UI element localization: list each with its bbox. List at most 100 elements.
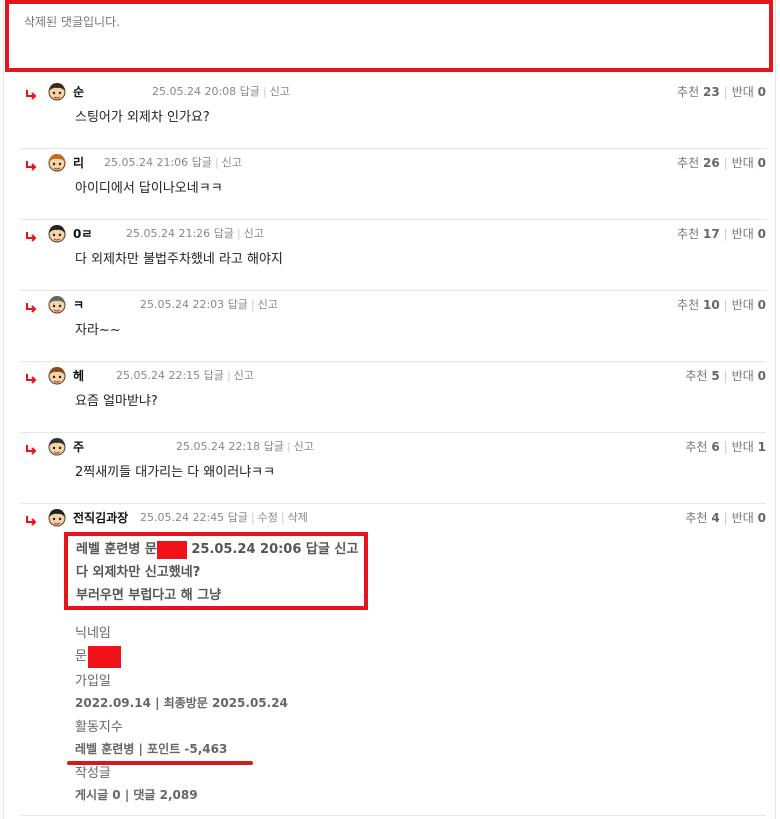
comment-votes: 추천 6 | 반대 1 (685, 440, 766, 454)
reply-arrow-icon (25, 441, 37, 455)
quoted-comment-box: 레벨 훈련병 문 25.05.24 20:06 답글 신고다 외제차만 신고했네… (64, 532, 368, 610)
profile-join-label: 가입일 (75, 674, 111, 689)
oppose-button[interactable]: 반대 0 (732, 511, 766, 525)
comment-nickname[interactable]: 리 (73, 154, 84, 171)
quote-line: 부러우면 부럽다고 해 그냥 (76, 588, 222, 603)
comment-time: 25.05.24 22:03 (140, 298, 225, 311)
avatar[interactable] (46, 364, 68, 386)
reply-link[interactable]: 답글 (240, 85, 260, 98)
oppose-button[interactable]: 반대 1 (732, 440, 766, 454)
comment-nickname[interactable]: 0ㄹ (73, 225, 92, 242)
comment-votes: 추천 23 | 반대 0 (677, 85, 766, 99)
reply-arrow-icon (25, 299, 37, 313)
reply-arrow-icon (25, 157, 37, 171)
oppose-button[interactable]: 반대 0 (732, 298, 766, 312)
recommend-button[interactable]: 추천 10 (677, 298, 720, 312)
profile-nickname-value: 문 (75, 645, 121, 668)
recommend-button[interactable]: 추천 6 (685, 440, 719, 454)
reply-link[interactable]: 답글 (214, 227, 234, 240)
comment-meta: 25.05.24 21:06 답글 | 신고 (104, 156, 242, 169)
comment-time: 25.05.24 22:18 (176, 440, 261, 453)
comment-meta: 25.05.24 22:45 답글 | 수정 | 삭제 (140, 511, 308, 524)
comment-time: 25.05.24 21:26 (126, 227, 211, 240)
profile-posts-value: 게시글 0 | 댓글 2,089 (75, 788, 198, 802)
avatar[interactable] (46, 80, 68, 102)
redaction-block (87, 645, 121, 668)
comment-row: 리 25.05.24 21:06 답글 | 신고아이디에서 답이나오네ㅋㅋ 추천 26 |… (20, 149, 766, 220)
deleted-notice: 삭제된 댓글입니다. (24, 15, 120, 29)
comment-meta: 25.05.24 22:03 답글 | 신고 (140, 298, 278, 311)
comment-time: 25.05.24 21:06 (104, 156, 189, 169)
reply-arrow-icon (25, 228, 37, 242)
reply-arrow-icon (25, 370, 37, 384)
recommend-button[interactable]: 추천 4 (685, 511, 719, 525)
profile-activity-label: 활동지수 (75, 720, 123, 735)
comment-row: 순 25.05.24 20:08 답글 | 신고스팅어가 외제차 인가요? 추천 23 |… (20, 78, 766, 149)
comment-text: 요즘 얼마받냐? (75, 394, 158, 409)
redaction-block (156, 540, 187, 559)
avatar[interactable] (46, 506, 68, 528)
comment-time: 25.05.24 22:45 (140, 511, 225, 524)
comment-votes: 추천 26 | 반대 0 (677, 156, 766, 170)
avatar[interactable] (46, 151, 68, 173)
recommend-button[interactable]: 추천 5 (685, 369, 719, 383)
report-link[interactable]: 신고 (258, 298, 278, 311)
deleted-comment-box: 삭제된 댓글입니다. (5, 0, 773, 72)
edit-link[interactable]: 수정 (258, 511, 278, 524)
reply-arrow-icon (25, 86, 37, 100)
comment-text: 2찍새끼들 대가리는 다 왜이러냐ㅋㅋ (75, 465, 276, 480)
profile-nickname-label: 닉네임 (75, 626, 111, 641)
avatar[interactable] (46, 435, 68, 457)
report-link[interactable]: 신고 (234, 369, 254, 382)
recommend-button[interactable]: 추천 23 (677, 85, 720, 99)
comment-votes: 추천 5 | 반대 0 (685, 369, 766, 383)
delete-link[interactable]: 삭제 (288, 511, 308, 524)
profile-posts-label: 작성글 (75, 766, 111, 781)
report-link[interactable]: 신고 (270, 85, 290, 98)
report-link[interactable]: 신고 (222, 156, 242, 169)
comment-nickname[interactable]: 헤 (73, 367, 84, 384)
comment-row: 헤 25.05.24 22:15 답글 | 신고요즘 얼마받냐? 추천 5 | 반대 0 (20, 362, 766, 433)
recommend-button[interactable]: 추천 26 (677, 156, 720, 170)
comment-text: 자라~~ (75, 323, 121, 338)
comment-text: 다 외제차만 불법주차했네 라고 해야지 (75, 252, 283, 267)
comment-text: 스팅어가 외제차 인가요? (75, 110, 210, 125)
reply-arrow-icon (25, 512, 37, 526)
comment-nickname[interactable]: 주 (73, 438, 84, 455)
comment-meta: 25.05.24 21:26 답글 | 신고 (126, 227, 264, 240)
profile-activity-value: 레벨 훈련병 | 포인트 -5,463 (75, 742, 228, 756)
comment-meta: 25.05.24 22:18 답글 | 신고 (176, 440, 314, 453)
comment-row: 0ㄹ 25.05.24 21:26 답글 | 신고다 외제차만 불법주차했네 라고 해… (20, 220, 766, 291)
comment-text: 아이디에서 답이나오네ㅋㅋ (75, 181, 223, 196)
report-link[interactable]: 신고 (294, 440, 314, 453)
comment-nickname[interactable]: ㅋ (73, 296, 84, 313)
quote-line: 다 외제차만 신고했네? (76, 565, 201, 580)
comment-meta: 25.05.24 20:08 답글 | 신고 (152, 85, 290, 98)
comment-votes: 추천 17 | 반대 0 (677, 227, 766, 241)
comment-row: 주 25.05.24 22:18 답글 | 신고 2찍새끼들 대가리는 다 왜이러냐ㅋㅋ… (20, 433, 766, 504)
recommend-button[interactable]: 추천 17 (677, 227, 720, 241)
oppose-button[interactable]: 반대 0 (732, 227, 766, 241)
comment-row: ㅋ 25.05.24 22:03 답글 | 신고자라~~ 추천 10 | 반대 0 (20, 291, 766, 362)
comment-row-own: 전직김과장 25.05.24 22:45 답글 | 수정 | 삭제 추천 4 | 반대 0 레벨 … (20, 504, 766, 816)
comment-nickname[interactable]: 순 (73, 83, 84, 100)
comment-nickname[interactable]: 전직김과장 (73, 509, 128, 526)
avatar[interactable] (46, 222, 68, 244)
reply-link[interactable]: 답글 (192, 156, 212, 169)
profile-join-value: 2022.09.14 | 최종방문 2025.05.24 (75, 696, 288, 710)
comment-time: 25.05.24 22:15 (116, 369, 201, 382)
quote-header: 레벨 훈련병 문 25.05.24 20:06 답글 신고 (76, 540, 359, 559)
comment-votes: 추천 4 | 반대 0 (685, 511, 766, 525)
oppose-button[interactable]: 반대 0 (732, 156, 766, 170)
oppose-button[interactable]: 반대 0 (732, 85, 766, 99)
reply-link[interactable]: 답글 (228, 298, 248, 311)
comment-votes: 추천 10 | 반대 0 (677, 298, 766, 312)
report-link[interactable]: 신고 (244, 227, 264, 240)
comment-time: 25.05.24 20:08 (152, 85, 237, 98)
reply-link[interactable]: 답글 (204, 369, 224, 382)
oppose-button[interactable]: 반대 0 (732, 369, 766, 383)
reply-link[interactable]: 답글 (228, 511, 248, 524)
comment-meta: 25.05.24 22:15 답글 | 신고 (116, 369, 254, 382)
avatar[interactable] (46, 293, 68, 315)
reply-link[interactable]: 답글 (264, 440, 284, 453)
